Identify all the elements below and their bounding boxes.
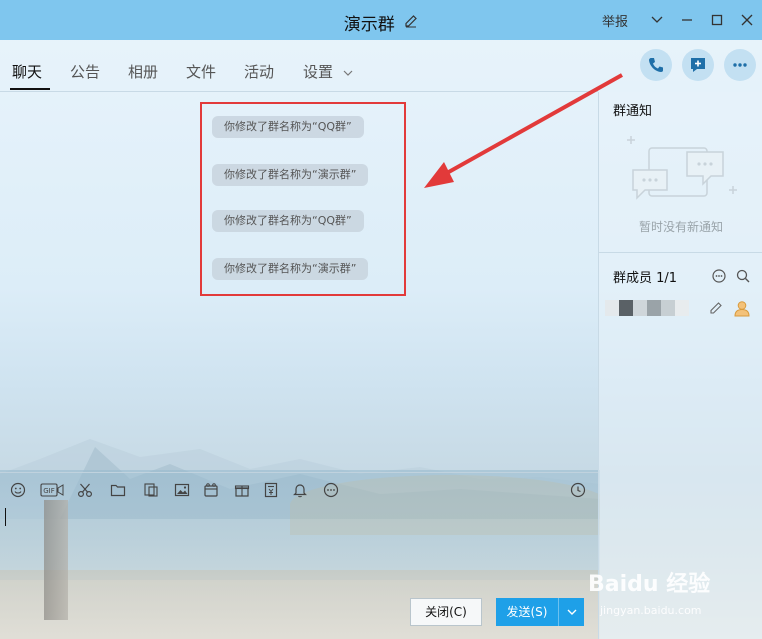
payment-icon[interactable] (261, 480, 281, 500)
folder-icon[interactable] (108, 480, 128, 500)
phone-icon (649, 58, 663, 72)
members-title: 群成员 1/1 (613, 271, 678, 286)
scissors-icon[interactable] (75, 480, 95, 500)
screen-share-icon[interactable] (141, 480, 161, 500)
add-app-button[interactable] (682, 49, 714, 81)
svg-text:GIF: GIF (43, 487, 55, 495)
voice-call-button[interactable] (640, 49, 672, 81)
group-notice-title: 群通知 (613, 104, 653, 119)
history-clock-icon[interactable] (568, 480, 588, 500)
close-button[interactable]: 关闭(C) (410, 598, 482, 626)
tab-files[interactable]: 文件 (186, 61, 216, 82)
chat-add-icon (691, 58, 705, 72)
send-button-label: 发送(S) (506, 605, 548, 619)
input-toolbar: GIF (0, 478, 598, 504)
maximize-icon[interactable] (702, 0, 732, 40)
annotation-arrow (424, 73, 623, 188)
group-owner-avatar-icon (734, 301, 750, 317)
highlight-box (200, 102, 406, 296)
panel-divider (599, 252, 762, 253)
stone-post (44, 500, 68, 620)
tab-settings[interactable]: 设置 (303, 61, 354, 82)
chevron-down-icon[interactable] (642, 0, 672, 40)
search-icon[interactable] (735, 268, 751, 284)
input-divider (0, 472, 598, 473)
edit-icon[interactable] (709, 301, 723, 315)
empty-notice-illustration (627, 136, 737, 200)
minimize-icon[interactable] (672, 0, 702, 40)
send-button[interactable]: 发送(S) (496, 598, 584, 626)
chevron-down-icon (343, 70, 353, 76)
tab-announcement[interactable]: 公告 (70, 61, 100, 82)
edit-name-icon[interactable] (404, 13, 418, 33)
more-tools-icon[interactable] (321, 480, 341, 500)
tab-album[interactable]: 相册 (128, 61, 158, 82)
member-manage-icon[interactable] (711, 268, 727, 284)
empty-notice-text: 暂时没有新通知 (638, 220, 723, 234)
image-icon[interactable] (172, 480, 192, 500)
baidu-watermark: Baidu 经验 (588, 572, 711, 597)
more-button[interactable] (724, 49, 756, 81)
member-item-pixelated[interactable] (605, 300, 689, 316)
active-tab-indicator (10, 88, 50, 90)
chat-window: 演示群 举报 聊天 公告 相册 文件 活动 设置 你修改了群名称为“QQ群” 你… (0, 0, 762, 639)
group-name: 演示群 (343, 15, 395, 35)
text-input-caret[interactable] (5, 508, 6, 526)
gif-icon[interactable]: GIF (40, 480, 64, 500)
tab-activity[interactable]: 活动 (244, 61, 274, 82)
gift-icon[interactable] (232, 480, 252, 500)
title-bar-controls: 举报 (602, 0, 762, 40)
more-dots-icon (733, 63, 747, 67)
tab-chat[interactable]: 聊天 (12, 61, 42, 82)
red-packet-icon[interactable] (201, 480, 221, 500)
report-link[interactable]: 举报 (602, 11, 628, 30)
right-panel: 群通知 暂时没有新通知 群成员 1/1 (598, 92, 762, 639)
emoji-icon[interactable] (8, 480, 28, 500)
watermark-url: jingyan.baidu.com (600, 604, 702, 617)
title-bar: 演示群 举报 (0, 0, 762, 40)
tab-settings-label: 设置 (303, 63, 334, 81)
bell-icon[interactable] (290, 480, 310, 500)
send-options-dropdown[interactable] (558, 598, 584, 626)
close-icon[interactable] (732, 0, 762, 40)
chevron-down-icon (567, 609, 576, 615)
